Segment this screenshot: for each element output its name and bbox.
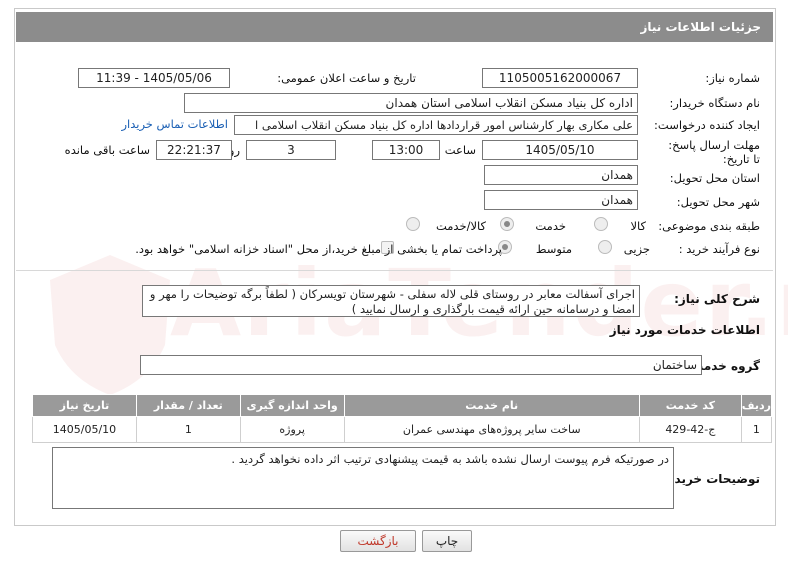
- buyer-org-field: اداره کل بنیاد مسکن انقلاب اسلامی استان …: [184, 93, 638, 113]
- category-option-goods-service: کالا/خدمت: [435, 219, 486, 233]
- payment-note: پرداخت تمام یا بخشی از مبلغ خرید،از محل …: [135, 242, 502, 256]
- category-option-goods: کالا: [630, 219, 646, 233]
- city-label: شهر محل تحویل:: [676, 195, 760, 209]
- announce-field: 1405/05/06 - 11:39: [78, 68, 230, 88]
- remaining-time-field: 22:21:37: [156, 140, 232, 160]
- announce-label: تاریخ و ساعت اعلان عمومی:: [277, 71, 416, 85]
- buyer-org-label: نام دستگاه خریدار:: [669, 96, 760, 110]
- table-header-row: ردیف کد خدمت نام خدمت واحد اندازه گیری ت…: [32, 394, 773, 417]
- service-group-field: ساختمان: [140, 355, 702, 375]
- deadline-days-field: 3: [246, 140, 336, 160]
- purchase-option-minor: جزیی: [623, 242, 650, 256]
- col-header-need-date: تاریخ نیاز: [32, 394, 137, 417]
- category-radio-goods[interactable]: [594, 217, 608, 231]
- table-row: 1 ج-42-429 ساخت سایر پروژه‌های مهندسی عم…: [32, 416, 773, 443]
- remaining-time-label: ساعت باقی مانده: [64, 143, 150, 157]
- deadline-time-field: 13:00: [372, 140, 440, 160]
- cell-quantity: 1: [135, 416, 241, 443]
- category-radio-service[interactable]: [500, 217, 514, 231]
- cell-service-code: ج-42-429: [638, 416, 742, 443]
- print-button[interactable]: چاپ: [422, 530, 472, 552]
- page-title: جزئیات اطلاعات نیاز: [16, 12, 773, 42]
- deadline-date-field: 1405/05/10: [482, 140, 638, 160]
- summary-label: شرح کلی نیاز:: [674, 292, 760, 306]
- services-section-title: اطلاعات خدمات مورد نیاز: [609, 323, 760, 337]
- need-number-label: شماره نیاز:: [705, 71, 760, 85]
- requester-field: علی مکاری بهار کارشناس امور قراردادها اد…: [234, 115, 638, 135]
- back-button[interactable]: بازگشت: [340, 530, 416, 552]
- buyer-notes-field: در صورتیکه فرم پیوست ارسال نشده باشد به …: [52, 447, 674, 509]
- province-field: همدان: [484, 165, 638, 185]
- summary-field: اجرای آسفالت معابر در روستای قلی لاله سف…: [142, 285, 640, 317]
- buyer-contact-link[interactable]: اطلاعات تماس خریدار: [121, 117, 228, 131]
- cell-service-name: ساخت سایر پروژه‌های مهندسی عمران: [343, 416, 640, 443]
- cell-row-number: 1: [740, 416, 773, 443]
- city-field: همدان: [484, 190, 638, 210]
- section-divider: [16, 270, 773, 271]
- need-number-field: 1105005162000067: [482, 68, 638, 88]
- col-header-unit: واحد اندازه گیری: [239, 394, 345, 417]
- deadline-time-label: ساعت: [444, 143, 476, 157]
- col-header-service-code: کد خدمت: [638, 394, 742, 417]
- requester-label: ایجاد کننده درخواست:: [654, 118, 760, 132]
- col-header-row-number: ردیف: [740, 394, 773, 417]
- purchase-type-label: نوع فرآیند خرید :: [678, 242, 760, 256]
- col-header-service-name: نام خدمت: [343, 394, 640, 417]
- category-option-service: خدمت: [535, 219, 566, 233]
- category-radio-goods-service[interactable]: [406, 217, 420, 231]
- province-label: استان محل تحویل:: [669, 171, 760, 185]
- col-header-quantity: تعداد / مقدار: [135, 394, 241, 417]
- cell-need-date: 1405/05/10: [32, 416, 137, 443]
- purchase-radio-minor[interactable]: [598, 240, 612, 254]
- services-table: ردیف کد خدمت نام خدمت واحد اندازه گیری ت…: [32, 394, 773, 443]
- deadline-label: مهلت ارسال پاسخ: تا تاریخ:: [668, 138, 760, 166]
- purchase-option-medium: متوسط: [535, 242, 572, 256]
- category-label: طبقه بندی موضوعی:: [658, 219, 760, 233]
- cell-unit: پروژه: [239, 416, 345, 443]
